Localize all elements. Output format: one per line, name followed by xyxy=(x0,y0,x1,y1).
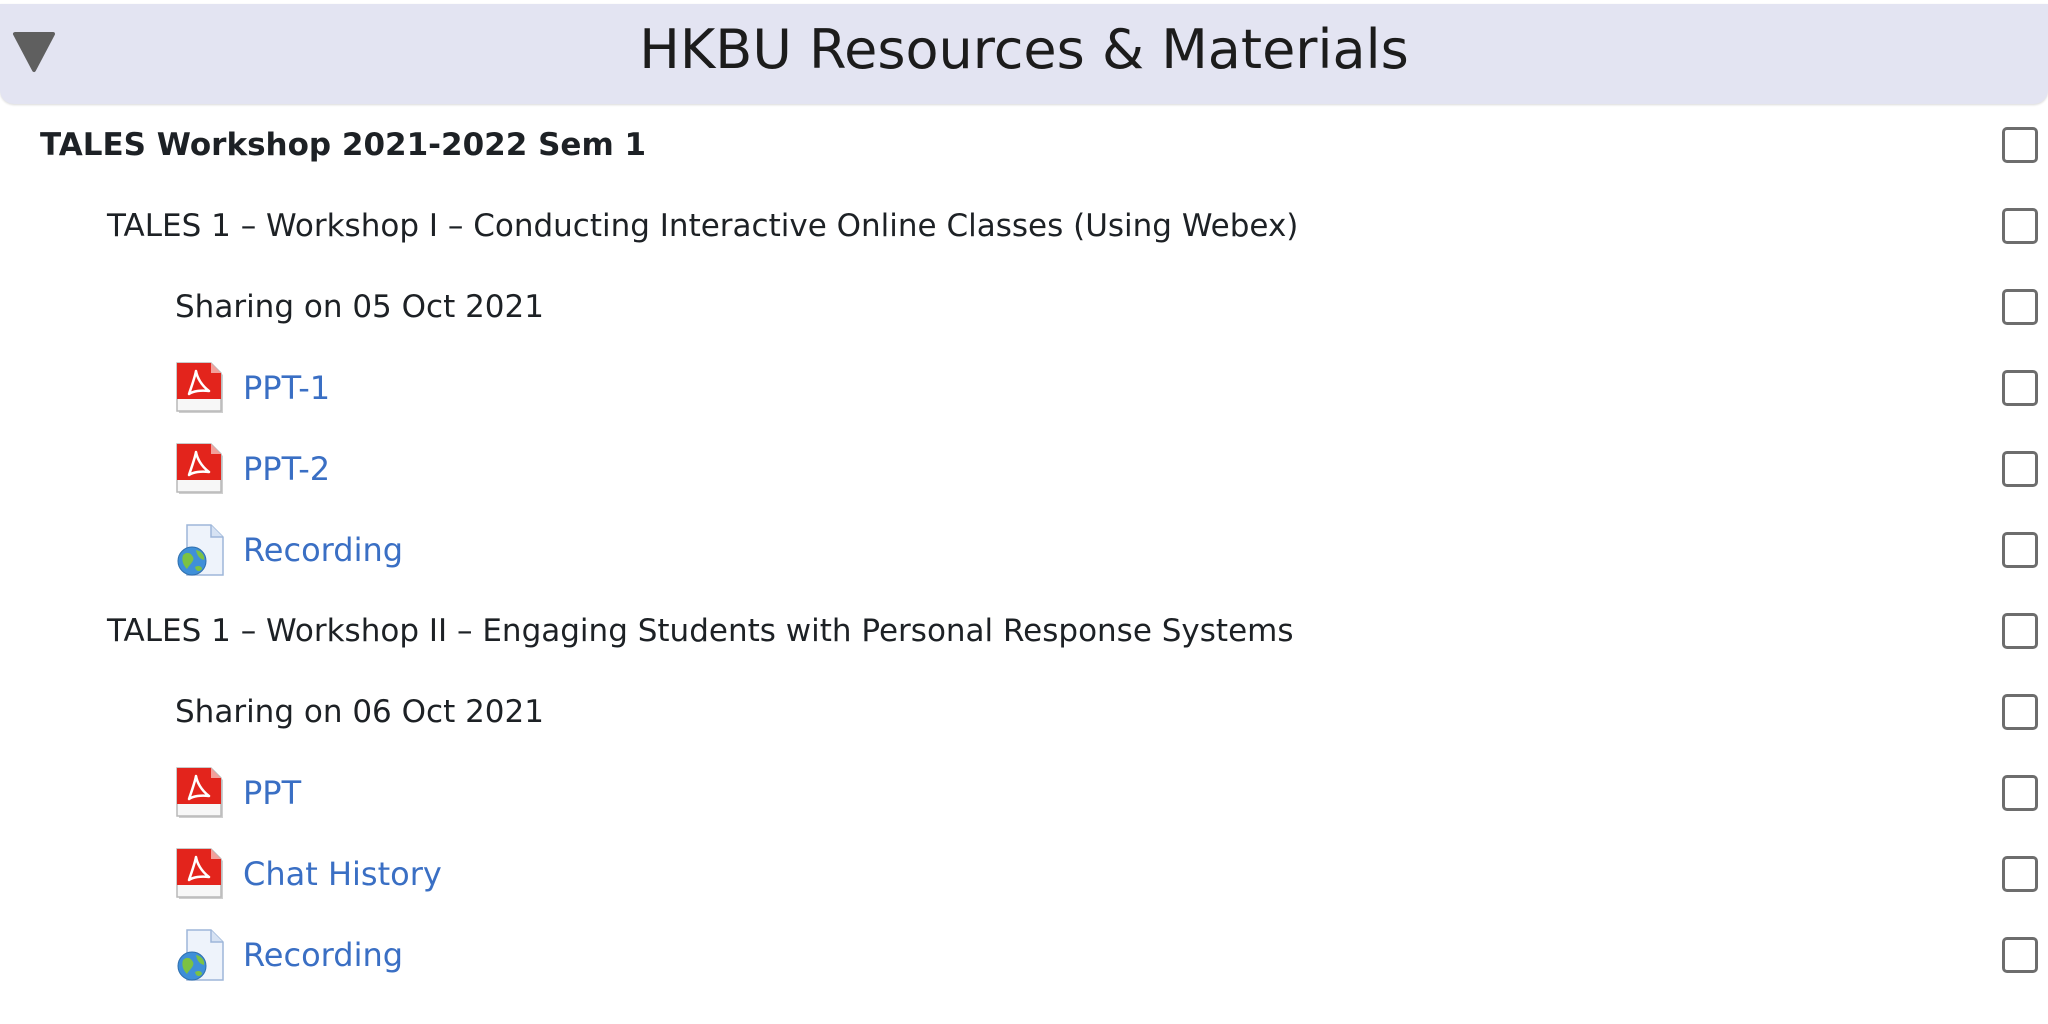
resource-link-recording[interactable]: Recording xyxy=(243,531,403,569)
pdf-icon xyxy=(176,766,223,818)
resource-link-ppt-2[interactable]: PPT-2 xyxy=(243,450,330,488)
completion-checkbox[interactable] xyxy=(2002,855,2038,892)
section-header: HKBU Resources & Materials xyxy=(0,4,2048,104)
sharing-date-label: Sharing on 06 Oct 2021 xyxy=(175,693,544,730)
list-item: PPT-1 xyxy=(0,347,2048,428)
list-item: Chat History xyxy=(0,833,2048,914)
activity-list: TALES Workshop 2021-2022 Sem 1 TALES 1 –… xyxy=(0,104,2048,995)
sharing-date-label: Sharing on 05 Oct 2021 xyxy=(175,288,544,325)
list-item: Recording xyxy=(0,914,2048,995)
completion-checkbox[interactable] xyxy=(2002,936,2038,973)
completion-checkbox[interactable] xyxy=(2002,207,2038,244)
list-item: Sharing on 05 Oct 2021 xyxy=(0,266,2048,347)
pdf-icon xyxy=(176,442,223,494)
pdf-icon xyxy=(176,847,223,899)
resource-link-ppt-1[interactable]: PPT-1 xyxy=(243,369,330,407)
list-item: Sharing on 06 Oct 2021 xyxy=(0,671,2048,752)
resource-link-chat-history[interactable]: Chat History xyxy=(243,855,442,893)
completion-checkbox[interactable] xyxy=(2002,774,2038,811)
pdf-icon xyxy=(176,361,223,413)
completion-checkbox[interactable] xyxy=(2002,126,2038,163)
url-icon xyxy=(177,523,224,576)
completion-checkbox[interactable] xyxy=(2002,531,2038,568)
completion-checkbox[interactable] xyxy=(2002,693,2038,730)
list-item: Recording xyxy=(0,509,2048,590)
list-item: TALES 1 – Workshop I – Conducting Intera… xyxy=(0,185,2048,266)
subheading-label: TALES 1 – Workshop I – Conducting Intera… xyxy=(107,207,1299,244)
resource-link-ppt[interactable]: PPT xyxy=(243,774,301,812)
list-item: TALES Workshop 2021-2022 Sem 1 xyxy=(0,104,2048,185)
completion-checkbox[interactable] xyxy=(2002,450,2038,487)
section-title: HKBU Resources & Materials xyxy=(639,18,1409,81)
subheading-label: TALES 1 – Workshop II – Engaging Student… xyxy=(107,612,1294,649)
list-item: PPT-2 xyxy=(0,428,2048,509)
list-item: TALES 1 – Workshop II – Engaging Student… xyxy=(0,590,2048,671)
completion-checkbox[interactable] xyxy=(2002,612,2038,649)
completion-checkbox[interactable] xyxy=(2002,288,2038,325)
heading-label: TALES Workshop 2021-2022 Sem 1 xyxy=(40,126,647,163)
resource-link-recording[interactable]: Recording xyxy=(243,936,403,974)
completion-checkbox[interactable] xyxy=(2002,369,2038,406)
list-item: PPT xyxy=(0,752,2048,833)
url-icon xyxy=(177,928,224,981)
